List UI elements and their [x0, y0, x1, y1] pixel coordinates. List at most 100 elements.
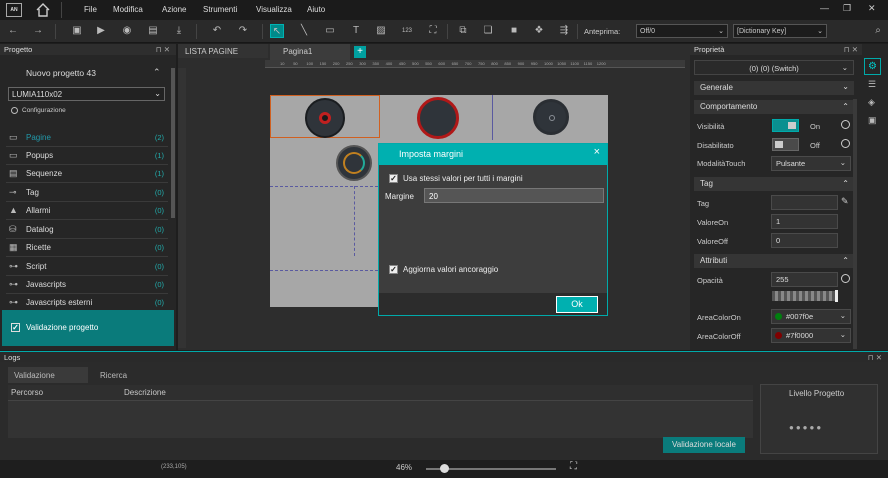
local-validation-button[interactable]: Validazione locale — [663, 437, 745, 453]
menu-visualizza[interactable]: Visualizza — [256, 5, 292, 14]
line-tool-icon[interactable]: ╲ — [297, 24, 311, 38]
add-tab-button[interactable]: + — [354, 46, 366, 58]
project-level-label: Livello Progetto — [789, 389, 845, 398]
align-icon[interactable]: ⇶ — [557, 24, 571, 38]
switch-widget[interactable] — [305, 98, 345, 138]
touch-mode-select[interactable]: Pulsante ⌄ — [771, 156, 851, 171]
dynamic-property-icon[interactable] — [841, 139, 850, 148]
project-item-script[interactable]: ⊶ Script (0) — [6, 258, 168, 276]
tab-validation[interactable]: Validazione — [8, 367, 88, 383]
pin-icon[interactable]: ⊓ ✕ — [156, 45, 170, 54]
undo-icon[interactable]: ↶ — [210, 24, 224, 38]
opacity-slider[interactable] — [772, 290, 838, 302]
properties-side-tab[interactable]: ⚙ — [864, 58, 881, 75]
project-item-sequences[interactable]: ▤ Sequenze (1) — [6, 165, 168, 183]
rectangle-tool-icon[interactable]: ▭ — [323, 24, 337, 38]
pin-icon[interactable]: ⊓ ✕ — [868, 353, 882, 362]
device-select[interactable]: LUMIA110x02 ⌄ — [8, 87, 165, 101]
section-attributes[interactable]: Attributi ⌃ — [694, 254, 854, 268]
back-arrow-icon[interactable]: ← — [6, 24, 20, 38]
section-general[interactable]: Generale ⌄ — [694, 81, 854, 95]
project-item-popups[interactable]: ▭ Popups (1) — [6, 147, 168, 165]
knob-widget[interactable] — [533, 99, 569, 135]
dynamic-property-icon[interactable] — [841, 120, 850, 129]
project-item-javascripts[interactable]: ⊶ Javascripts (0) — [6, 276, 168, 294]
project-item-tag[interactable]: ⊸ Tag (0) — [6, 184, 168, 202]
round-button-widget[interactable] — [417, 97, 459, 139]
project-item-pages[interactable]: ▭ Pagine (2) — [6, 129, 168, 147]
opacity-input[interactable]: 255 — [771, 272, 838, 287]
ruler-tick-label: 650 — [451, 61, 459, 66]
simulator-icon[interactable]: ◉ — [120, 24, 134, 38]
dictionary-select[interactable]: [Dictionary Key] ⌄ — [733, 24, 827, 38]
redo-icon[interactable]: ↷ — [236, 24, 250, 38]
search-icon[interactable]: ⌕ — [871, 24, 885, 38]
section-behavior[interactable]: Comportamento ⌃ — [694, 100, 854, 114]
ok-button[interactable]: Ok — [556, 296, 598, 313]
disabled-toggle[interactable] — [772, 138, 799, 151]
same-values-checkbox[interactable]: ✓ — [389, 174, 398, 183]
slider-handle[interactable] — [835, 290, 838, 302]
pin-icon[interactable]: ⊓ ✕ — [844, 45, 858, 54]
image-tool-icon[interactable]: ▨ — [374, 24, 388, 38]
layers-icon[interactable]: ◈ — [868, 97, 875, 108]
numeric-field-icon[interactable]: 123 — [400, 24, 414, 38]
tag-input[interactable] — [771, 195, 838, 210]
preview-select[interactable]: Off/0 ⌄ — [636, 24, 728, 38]
update-anchor-checkbox[interactable]: ✓ — [389, 265, 398, 274]
menu-strumenti[interactable]: Strumenti — [203, 5, 237, 14]
components-icon[interactable]: ❖ — [532, 24, 546, 38]
project-item-recipes[interactable]: ▦ Ricette (0) — [6, 239, 168, 257]
project-item-datalog[interactable]: ⛁ Datalog (0) — [6, 221, 168, 239]
text-tool-icon[interactable]: T — [349, 24, 363, 38]
chevron-up-icon[interactable]: ⌃ — [153, 67, 161, 78]
resize-frame-icon[interactable]: ⛶ — [426, 24, 440, 38]
value-on-input[interactable]: 1 — [771, 214, 838, 229]
project-item-alarms[interactable]: ▲ Allarmi (0) — [6, 202, 168, 220]
section-tag[interactable]: Tag ⌃ — [694, 177, 854, 191]
home-icon[interactable] — [35, 2, 51, 18]
pointer-tool-icon[interactable]: ↖ — [270, 24, 284, 38]
download-icon[interactable]: ⤓ — [172, 24, 186, 38]
library-icon[interactable]: ▣ — [868, 115, 877, 126]
group-icon[interactable]: ⧉ — [456, 24, 470, 38]
events-icon[interactable]: ☰ — [868, 79, 876, 90]
widget-icon[interactable]: ■ — [507, 24, 521, 38]
scrollbar[interactable] — [853, 99, 857, 349]
visibility-toggle[interactable] — [772, 119, 799, 132]
save-icon[interactable]: ▣ — [70, 24, 84, 38]
tab-page-list[interactable]: LISTA PAGINE — [178, 44, 268, 58]
menu-aiuto[interactable]: Aiuto — [307, 5, 325, 14]
tab-search[interactable]: Ricerca — [92, 367, 178, 383]
restore-icon[interactable]: ❐ — [843, 3, 851, 14]
project-item-external-javascripts[interactable]: ⊶ Javascripts esterni (0) — [6, 294, 168, 308]
ruler-tick-label: 1100 — [570, 61, 579, 66]
fit-screen-icon[interactable]: ⛶ — [570, 461, 577, 472]
item-label: Script — [26, 262, 47, 271]
close-icon[interactable]: × — [594, 147, 600, 158]
zoom-slider-handle[interactable] — [439, 464, 449, 473]
gauge-widget[interactable] — [336, 145, 372, 181]
selection-select[interactable]: (0) (0) (Switch) ⌄ — [694, 60, 854, 75]
dynamic-property-icon[interactable] — [841, 274, 850, 283]
floppy-icon[interactable]: ▤ — [146, 24, 160, 38]
margin-input[interactable]: 20 — [424, 188, 604, 203]
value-off-input[interactable]: 0 — [771, 233, 838, 248]
configuration-link[interactable]: Configurazione — [22, 107, 66, 114]
layers-icon[interactable]: ❏ — [481, 24, 495, 38]
item-label: Datalog — [26, 225, 54, 234]
menu-file[interactable]: File — [84, 5, 97, 14]
area-color-on-select[interactable]: #007f0e ⌄ — [771, 309, 851, 324]
close-icon[interactable]: ✕ — [868, 3, 876, 14]
forward-arrow-icon[interactable]: → — [31, 24, 45, 38]
play-icon[interactable]: ▶ — [94, 24, 108, 38]
menu-modifica[interactable]: Modifica — [113, 5, 143, 14]
tab-page1[interactable]: Pagina1 — [270, 44, 350, 60]
minimize-icon[interactable]: — — [820, 3, 829, 13]
validation-box[interactable]: ✓ Validazione progetto — [2, 310, 174, 346]
area-color-off-select[interactable]: #7f0000 ⌄ — [771, 328, 851, 343]
edit-pencil-icon[interactable]: ✎ — [841, 196, 849, 207]
scrollbar[interactable] — [171, 68, 175, 218]
menu-azione[interactable]: Azione — [162, 5, 186, 14]
ruler-tick-label: 300 — [359, 61, 366, 66]
